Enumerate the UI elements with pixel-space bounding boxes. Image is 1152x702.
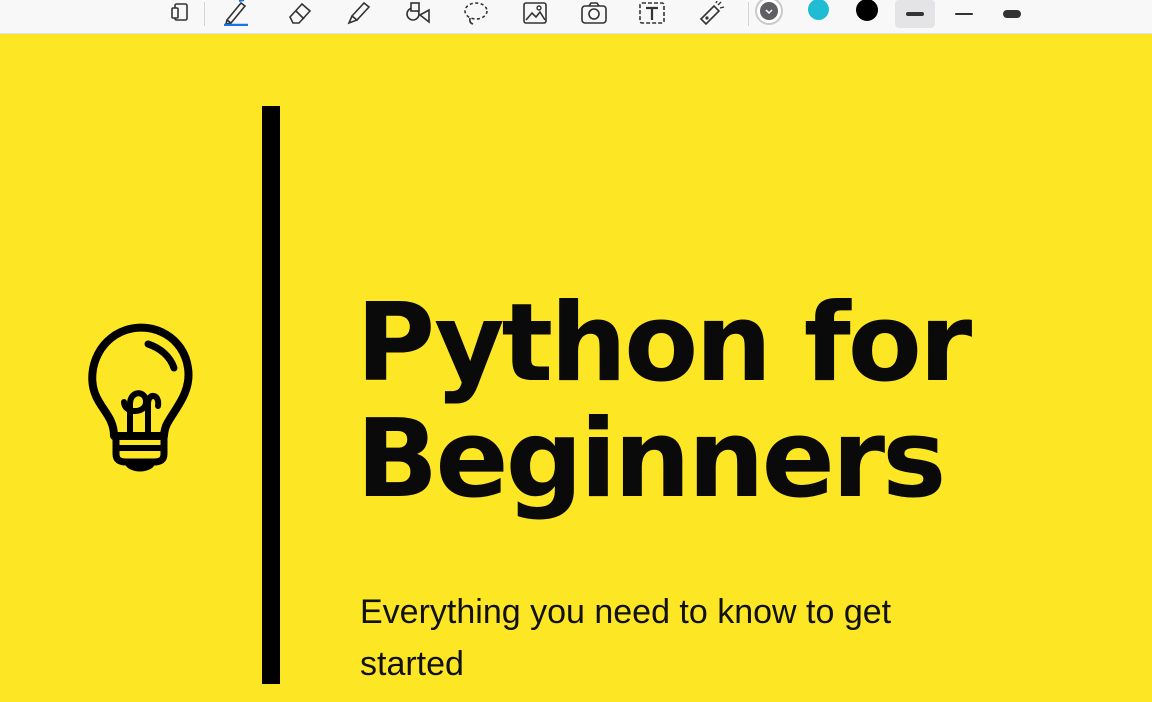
image-button[interactable]	[517, 0, 553, 26]
vertical-divider-bar	[262, 106, 280, 684]
camera-button[interactable]	[576, 0, 612, 26]
image-icon	[523, 2, 547, 24]
pen-icon	[224, 0, 248, 26]
color-black-swatch[interactable]	[856, 0, 878, 21]
color-cyan-swatch[interactable]	[808, 0, 829, 20]
pen-button[interactable]	[218, 0, 254, 26]
slide-title-line-2: Beginners	[356, 397, 946, 522]
lasso-button[interactable]	[458, 0, 494, 26]
annotation-toolbar	[0, 0, 1152, 34]
toolbar-separator	[748, 2, 749, 26]
highlighter-icon	[347, 1, 371, 25]
eraser-button[interactable]	[282, 0, 318, 26]
laser-pointer-icon	[699, 1, 725, 25]
stroke-thin-button[interactable]	[944, 0, 984, 28]
color-gray-swatch[interactable]	[755, 0, 783, 25]
toolbar-separator	[204, 2, 205, 26]
laser-pointer-button[interactable]	[693, 0, 729, 26]
slide-title-line-1: Python for	[356, 281, 972, 406]
lasso-icon	[464, 2, 488, 25]
page-layout-icon	[171, 3, 188, 21]
text-box-icon	[639, 2, 665, 24]
stroke-medium-button[interactable]	[895, 0, 935, 28]
chevron-down-icon	[765, 9, 773, 15]
highlighter-button[interactable]	[340, 0, 376, 26]
stroke-medium-line	[906, 12, 924, 16]
page-layout-button[interactable]	[162, 0, 198, 26]
shapes-button[interactable]	[399, 0, 435, 26]
slide-page: Python for Beginners Everything you need…	[0, 34, 1152, 702]
camera-icon	[581, 2, 607, 24]
shapes-icon	[406, 2, 430, 24]
text-box-button[interactable]	[634, 0, 670, 26]
eraser-icon	[289, 2, 312, 24]
stroke-thin-line	[955, 13, 973, 15]
stroke-thick-button[interactable]	[992, 0, 1032, 28]
slide-subtitle: Everything you need to know to get start…	[360, 593, 892, 683]
lightbulb-icon	[88, 323, 193, 472]
stroke-thick-line	[1003, 10, 1021, 18]
slide-title: Python for Beginners	[356, 286, 1116, 518]
